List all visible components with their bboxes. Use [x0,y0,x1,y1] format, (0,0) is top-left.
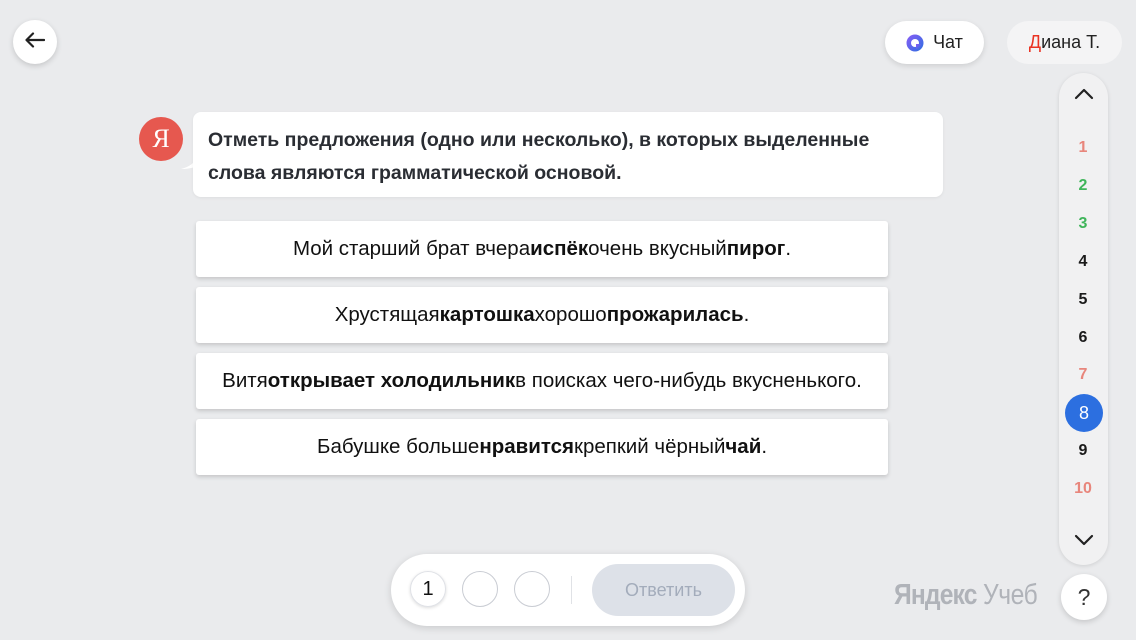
brand-logo: Яндекс Учебник [894,575,1037,615]
submit-button[interactable]: Ответить [592,564,735,616]
back-button[interactable] [13,20,57,64]
option-text: Мой старший брат вчера [292,237,531,260]
nav-question-4[interactable]: 4 [1063,247,1103,277]
answer-slot-2[interactable] [462,571,498,607]
nav-question-1[interactable]: 1 [1063,133,1103,163]
nav-question-5[interactable]: 5 [1063,285,1103,315]
option-card-4[interactable]: Бабушке больше нравится крепкий чёрный ч… [196,419,888,475]
nav-question-8[interactable]: 8 [1065,394,1103,432]
option-highlight: испёк [530,237,589,260]
option-text: хорошо [534,303,607,326]
alice-chat-icon [906,34,924,52]
nav-question-7[interactable]: 7 [1063,360,1103,390]
option-text: в поисках чего-нибудь вкусненького. [515,369,862,392]
option-text: Витя [222,369,268,392]
option-highlight: прожарилась [606,303,744,326]
option-text: Хрустящая [334,303,440,326]
question-bubble: Отметь предложения (одно или несколько),… [193,112,943,197]
question-line-2: слова являются грамматической основой. [208,162,622,184]
nav-question-10[interactable]: 10 [1063,474,1103,504]
nav-question-3[interactable]: 3 [1063,209,1103,239]
option-text: . [761,435,768,458]
chevron-down-icon [1074,533,1094,551]
nav-up-button[interactable] [1059,78,1108,114]
option-text: . [785,237,792,260]
question-mark-icon: ? [1077,583,1091,610]
chat-label: Чат [933,32,963,52]
option-highlight: открывает холодильник [267,369,516,392]
nav-question-9[interactable]: 9 [1063,436,1103,466]
option-text: крепкий чёрный [573,435,726,458]
user-profile-button[interactable]: Диана Т. [1007,21,1122,64]
answer-slot-3[interactable] [514,571,550,607]
option-card-1[interactable]: Мой старший брат вчера испёк очень вкусн… [196,221,888,277]
user-name-rest: иана Т. [1041,32,1101,52]
option-highlight: картошка [439,303,535,326]
nav-question-6[interactable]: 6 [1063,323,1103,353]
option-text: . [743,303,750,326]
brand-logo-strong: Яндекс [894,579,977,611]
option-highlight: нравится [479,435,574,458]
option-text: Бабушке больше [316,435,480,458]
user-name-initial: Д [1028,32,1042,52]
answer-panel: 1 Ответить [391,554,745,626]
question-line-1: Отметь предложения (одно или несколько),… [208,129,870,151]
answer-slot-1[interactable]: 1 [410,571,446,607]
nav-down-button[interactable] [1059,524,1108,560]
arrow-left-icon [25,31,46,53]
question-navigator: 1 2 3 4 5 6 7 8 9 10 [1059,73,1108,565]
option-highlight: чай [725,435,762,458]
nav-question-2[interactable]: 2 [1063,171,1103,201]
option-card-3[interactable]: Витя открывает холодильник в поисках чег… [196,353,888,409]
brand-logo-light: Учебник [983,579,1037,611]
avatar: Я [139,117,183,161]
chevron-up-icon [1074,87,1094,105]
option-highlight: пирог [726,237,786,260]
panel-divider [571,576,572,604]
help-button[interactable]: ? [1061,574,1107,620]
answer-options-list: Мой старший брат вчера испёк очень вкусн… [196,221,888,485]
option-card-2[interactable]: Хрустящая картошка хорошо прожарилась. [196,287,888,343]
option-text: очень вкусный [588,237,727,260]
chat-button[interactable]: Чат [885,21,984,64]
